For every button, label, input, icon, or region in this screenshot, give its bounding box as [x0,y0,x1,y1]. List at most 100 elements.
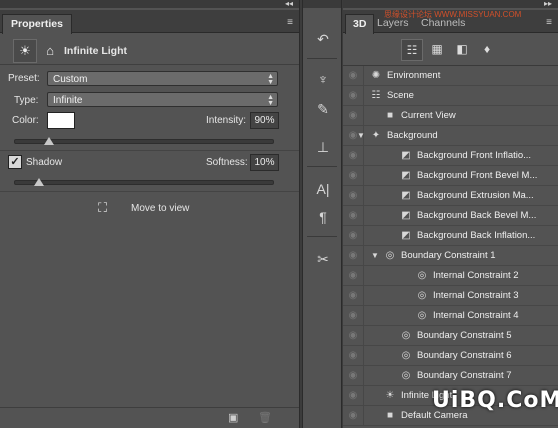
expand-toggle-icon[interactable]: ▼ [371,246,379,265]
tree-row[interactable]: ◉ ◩ Background Back Bevel M... [343,206,558,226]
softness-input[interactable]: 10% [250,154,279,171]
character-icon[interactable]: A| [309,178,337,200]
color-label: Color: [12,115,39,126]
visibility-eye-icon[interactable]: ◉ [343,366,364,385]
move-to-view-label[interactable]: Move to view [131,203,189,214]
visibility-eye-icon[interactable]: ◉ [343,186,364,205]
preset-select[interactable]: Custom ▲ ▼ [47,71,278,86]
constraint-icon: ◎ [385,250,395,261]
tab-3d[interactable]: 3D [345,14,375,34]
tool-presets-icon[interactable]: ✂ [309,248,337,270]
light-filter-icon[interactable]: ♦ [477,39,497,59]
tree-row[interactable]: ◉ ☷ Scene [343,86,558,106]
visibility-eye-icon[interactable]: ◉ [343,86,364,105]
visibility-eye-icon[interactable]: ◉ [343,326,364,345]
tree-row[interactable]: ◉ ◩ Background Front Bevel M... [343,166,558,186]
constraint-icon: ◎ [401,370,411,381]
tree-row[interactable]: ◉ ◎ Internal Constraint 4 [343,306,558,326]
visibility-eye-icon[interactable]: ◉ [343,106,364,125]
intensity-label: Intensity: [206,115,247,126]
visibility-eye-icon[interactable]: ◉ [343,66,364,85]
material-icon: ◩ [401,150,411,161]
visibility-eye-icon[interactable]: ◉ [343,146,364,165]
material-icon: ◩ [401,190,411,201]
paragraph-icon[interactable]: ¶ [309,206,337,228]
tab-properties[interactable]: Properties [2,14,72,34]
tree-row[interactable]: ◉ ▼ ✦ Background [343,126,558,146]
coordinates-icon[interactable]: ⌂ [38,39,62,63]
tree-row[interactable]: ◉ ▼ ◎ Boundary Constraint 1 [343,246,558,266]
visibility-eye-icon[interactable]: ◉ [343,386,364,405]
preset-label: Preset: [8,73,40,84]
visibility-eye-icon[interactable]: ◉ [343,306,364,325]
tree-item-label: Background [387,130,438,141]
properties-title: Infinite Light [64,45,127,57]
tool-strip-top [303,0,341,8]
divider [0,150,299,151]
tree-item-label: Background Extrusion Ma... [417,190,534,201]
type-select[interactable]: Infinite ▲ ▼ [47,92,278,107]
tree-row[interactable]: ◉ ◎ Internal Constraint 2 [343,266,558,286]
tree-item-label: Internal Constraint 4 [433,310,519,321]
tree-item-label: Boundary Constraint 7 [417,370,512,381]
visibility-eye-icon[interactable]: ◉ [343,166,364,185]
scene-filter-icon[interactable]: ☷ [401,39,423,61]
tree-row[interactable]: ◉ ◩ Background Back Inflation... [343,226,558,246]
softness-slider[interactable] [14,180,274,185]
properties-bottom-bar: ▣ 🗑 [0,407,299,428]
intensity-slider-thumb[interactable] [44,137,54,145]
light-color-swatch[interactable] [47,112,75,129]
tree-row[interactable]: ◉ ◎ Internal Constraint 3 [343,286,558,306]
collapse-panel-icon[interactable]: ▸▸ [544,0,552,8]
tree-row[interactable]: ◉ ◎ Boundary Constraint 5 [343,326,558,346]
softness-slider-thumb[interactable] [34,178,44,186]
brush-icon[interactable]: ✎ [309,98,337,120]
panel-menu-icon[interactable]: ≡ [287,17,293,28]
visibility-eye-icon[interactable]: ◉ [343,266,364,285]
panel-menu-icon[interactable]: ≡ [546,17,552,28]
3d-scene-tree: ◉ ✺ Environment ◉ ☷ Scene ◉ ■ Current View ◉ ▼ ✦ Bac… [343,66,558,428]
visibility-eye-icon[interactable]: ◉ [343,346,364,365]
tree-row[interactable]: ◉ ✺ Environment [343,66,558,86]
tree-item-label: Background Back Bevel M... [417,210,537,221]
collapse-panel-icon[interactable]: ◂◂ [285,0,293,8]
render-icon[interactable]: ▣ [228,411,238,424]
visibility-eye-icon[interactable]: ◉ [343,286,364,305]
visibility-eye-icon[interactable]: ◉ [343,226,364,245]
divider [0,191,299,192]
preset-value: Custom [53,74,88,85]
visibility-eye-icon[interactable]: ◉ [343,206,364,225]
tree-row[interactable]: ◉ ◩ Background Front Inflatio... [343,146,558,166]
light-icon[interactable]: ☀ [13,39,37,63]
material-icon: ◩ [401,170,411,181]
material-icon: ◩ [401,230,411,241]
tree-row[interactable]: ◉ ■ Current View [343,106,558,126]
tree-row[interactable]: ◉ ◎ Boundary Constraint 7 [343,366,558,386]
chevron-down-icon: ▼ [267,100,274,107]
brush-presets-icon[interactable]: ♆ [309,68,337,90]
trash-icon[interactable]: 🗑 [258,411,272,424]
visibility-eye-icon[interactable]: ◉ [343,406,364,425]
panel-top-strip: ▸▸ [343,0,558,8]
constraint-icon: ◎ [417,290,427,301]
shadow-checkbox[interactable]: ✓ [8,155,22,169]
constraint-icon: ◎ [417,310,427,321]
scene-icon: ☷ [371,90,381,101]
expand-toggle-icon[interactable]: ▼ [357,126,365,145]
constraint-icon: ◎ [417,270,427,281]
divider [307,58,337,59]
panel-top-strip: ◂◂ [0,0,299,8]
history-icon[interactable]: ↶ [309,28,337,50]
move-to-view-icon[interactable]: ⛶ [98,200,107,216]
tree-item-label: Environment [387,70,441,81]
tool-strip: ↶ ♆ ✎ ⊥ A| ¶ ✂ [302,0,342,428]
tree-row[interactable]: ◉ ◩ Background Extrusion Ma... [343,186,558,206]
tree-item-label: Background Front Bevel M... [417,170,538,181]
constraint-icon: ◎ [401,330,411,341]
visibility-eye-icon[interactable]: ◉ [343,246,364,265]
intensity-input[interactable]: 90% [250,112,279,129]
material-filter-icon[interactable]: ◧ [452,39,472,59]
tree-row[interactable]: ◉ ◎ Boundary Constraint 6 [343,346,558,366]
clone-source-icon[interactable]: ⊥ [309,136,337,158]
mesh-filter-icon[interactable]: ▦ [427,39,447,59]
